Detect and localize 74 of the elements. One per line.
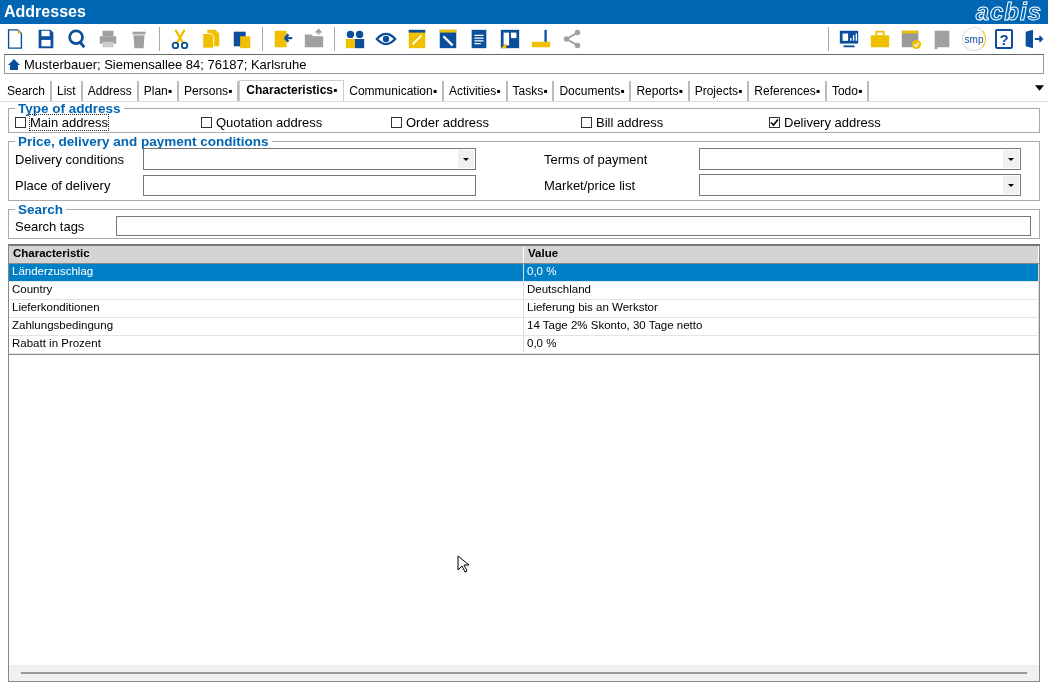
field-label: Terms of payment <box>544 151 649 167</box>
table-cell: 14 Tage 2% Skonto, 30 Tage netto <box>524 318 1039 335</box>
address-text: Musterbauer; Siemensallee 84; 76187; Karlsruhe <box>24 56 307 72</box>
table-row[interactable]: Länderzuschlag 0,0 % <box>9 264 1039 282</box>
help-icon[interactable]: ? <box>995 29 1013 49</box>
window-title: Addresses <box>4 3 86 21</box>
checkbox[interactable] <box>201 117 212 128</box>
caret-icon <box>463 157 469 161</box>
layout-icon[interactable] <box>499 28 521 50</box>
checkbox-option[interactable]: Delivery address <box>769 115 1031 130</box>
table-cell: Rabatt in Prozent <box>9 336 524 353</box>
tab[interactable]: Projects▪ <box>689 81 750 101</box>
window-check-icon[interactable] <box>900 28 922 50</box>
dropdown-arrow-icon[interactable] <box>1035 85 1044 91</box>
input-field[interactable] <box>143 174 476 196</box>
caret-icon <box>1008 157 1014 161</box>
column-header[interactable]: Characteristic <box>9 246 524 263</box>
logo: acbis <box>975 1 1042 23</box>
column-header[interactable]: Value <box>524 246 1039 263</box>
field-label: Market/price list <box>544 177 637 193</box>
ruler-icon[interactable] <box>530 28 552 50</box>
tab[interactable]: Characteristics▪ <box>239 80 345 101</box>
checkbox[interactable] <box>15 117 26 128</box>
table-cell: Länderzuschlag <box>9 264 524 281</box>
dropdown-field[interactable] <box>699 174 1021 196</box>
horizontal-scrollbar[interactable] <box>9 665 1039 681</box>
mouse-cursor-icon <box>457 555 469 573</box>
table-cell: Lieferkonditionen <box>9 300 524 317</box>
tab[interactable]: Address <box>82 81 139 101</box>
tab[interactable]: Tasks▪ <box>507 81 555 101</box>
tab[interactable]: Plan▪ <box>138 81 180 101</box>
checkbox-option[interactable]: Main address <box>15 115 201 130</box>
dropdown-field[interactable] <box>699 148 1021 170</box>
tab[interactable]: List <box>52 81 83 101</box>
table-cell: Country <box>9 282 524 299</box>
search-icon[interactable] <box>66 28 88 50</box>
group-title: Price, delivery and payment conditions <box>17 135 270 148</box>
tab[interactable]: References▪ <box>749 81 827 101</box>
tab[interactable]: Reports▪ <box>631 81 690 101</box>
table-row[interactable]: Country Deutschland <box>9 282 1039 300</box>
caret-icon <box>1008 183 1014 187</box>
table-row[interactable]: Lieferkonditionen Lieferung bis an Werkstor <box>9 300 1039 318</box>
monitor-chart-icon[interactable] <box>838 28 860 50</box>
scissors-icon[interactable] <box>169 28 191 50</box>
document-arrow-icon[interactable] <box>272 28 294 50</box>
tab[interactable]: Activities▪ <box>443 81 508 101</box>
dropdown-field[interactable] <box>143 148 476 170</box>
input-field[interactable] <box>116 216 1031 236</box>
table-cell: Lieferung bis an Werkstor <box>524 300 1039 317</box>
group-title: Type of address <box>17 102 122 115</box>
address-field[interactable]: Musterbauer; Siemensallee 84; 76187; Karlsruhe <box>4 54 1044 74</box>
checkbox-option[interactable]: Order address <box>391 115 581 130</box>
field-label: Place of delivery <box>15 177 112 193</box>
checkbox-option[interactable]: Quotation address <box>201 115 391 130</box>
field-label: Delivery conditions <box>15 151 126 167</box>
field-label: Search tags <box>15 218 85 234</box>
table-row[interactable]: Zahlungsbedingung 14 Tage 2% Skonto, 30 Tage netto <box>9 318 1039 336</box>
pencil-icon[interactable] <box>406 28 428 50</box>
home-icon <box>8 58 20 70</box>
table-cell: 0,0 % <box>524 264 1039 281</box>
table-cell: Deutschland <box>524 282 1039 299</box>
checkbox-option[interactable]: Bill address <box>581 115 769 130</box>
tab[interactable]: Communication▪ <box>344 81 444 101</box>
tab[interactable]: Todo▪ <box>826 81 870 101</box>
people-icon[interactable] <box>344 28 366 50</box>
tab[interactable]: Search <box>2 81 53 101</box>
checkbox[interactable] <box>581 117 592 128</box>
tab[interactable]: Documents▪ <box>554 81 632 101</box>
table-cell: 0,0 % <box>524 336 1039 353</box>
group-title: Search <box>17 203 65 216</box>
table-cell: Zahlungsbedingung <box>9 318 524 335</box>
checkbox[interactable] <box>769 117 780 128</box>
table-row[interactable]: Rabatt in Prozent 0,0 % <box>9 336 1039 354</box>
checkbox[interactable] <box>391 117 402 128</box>
